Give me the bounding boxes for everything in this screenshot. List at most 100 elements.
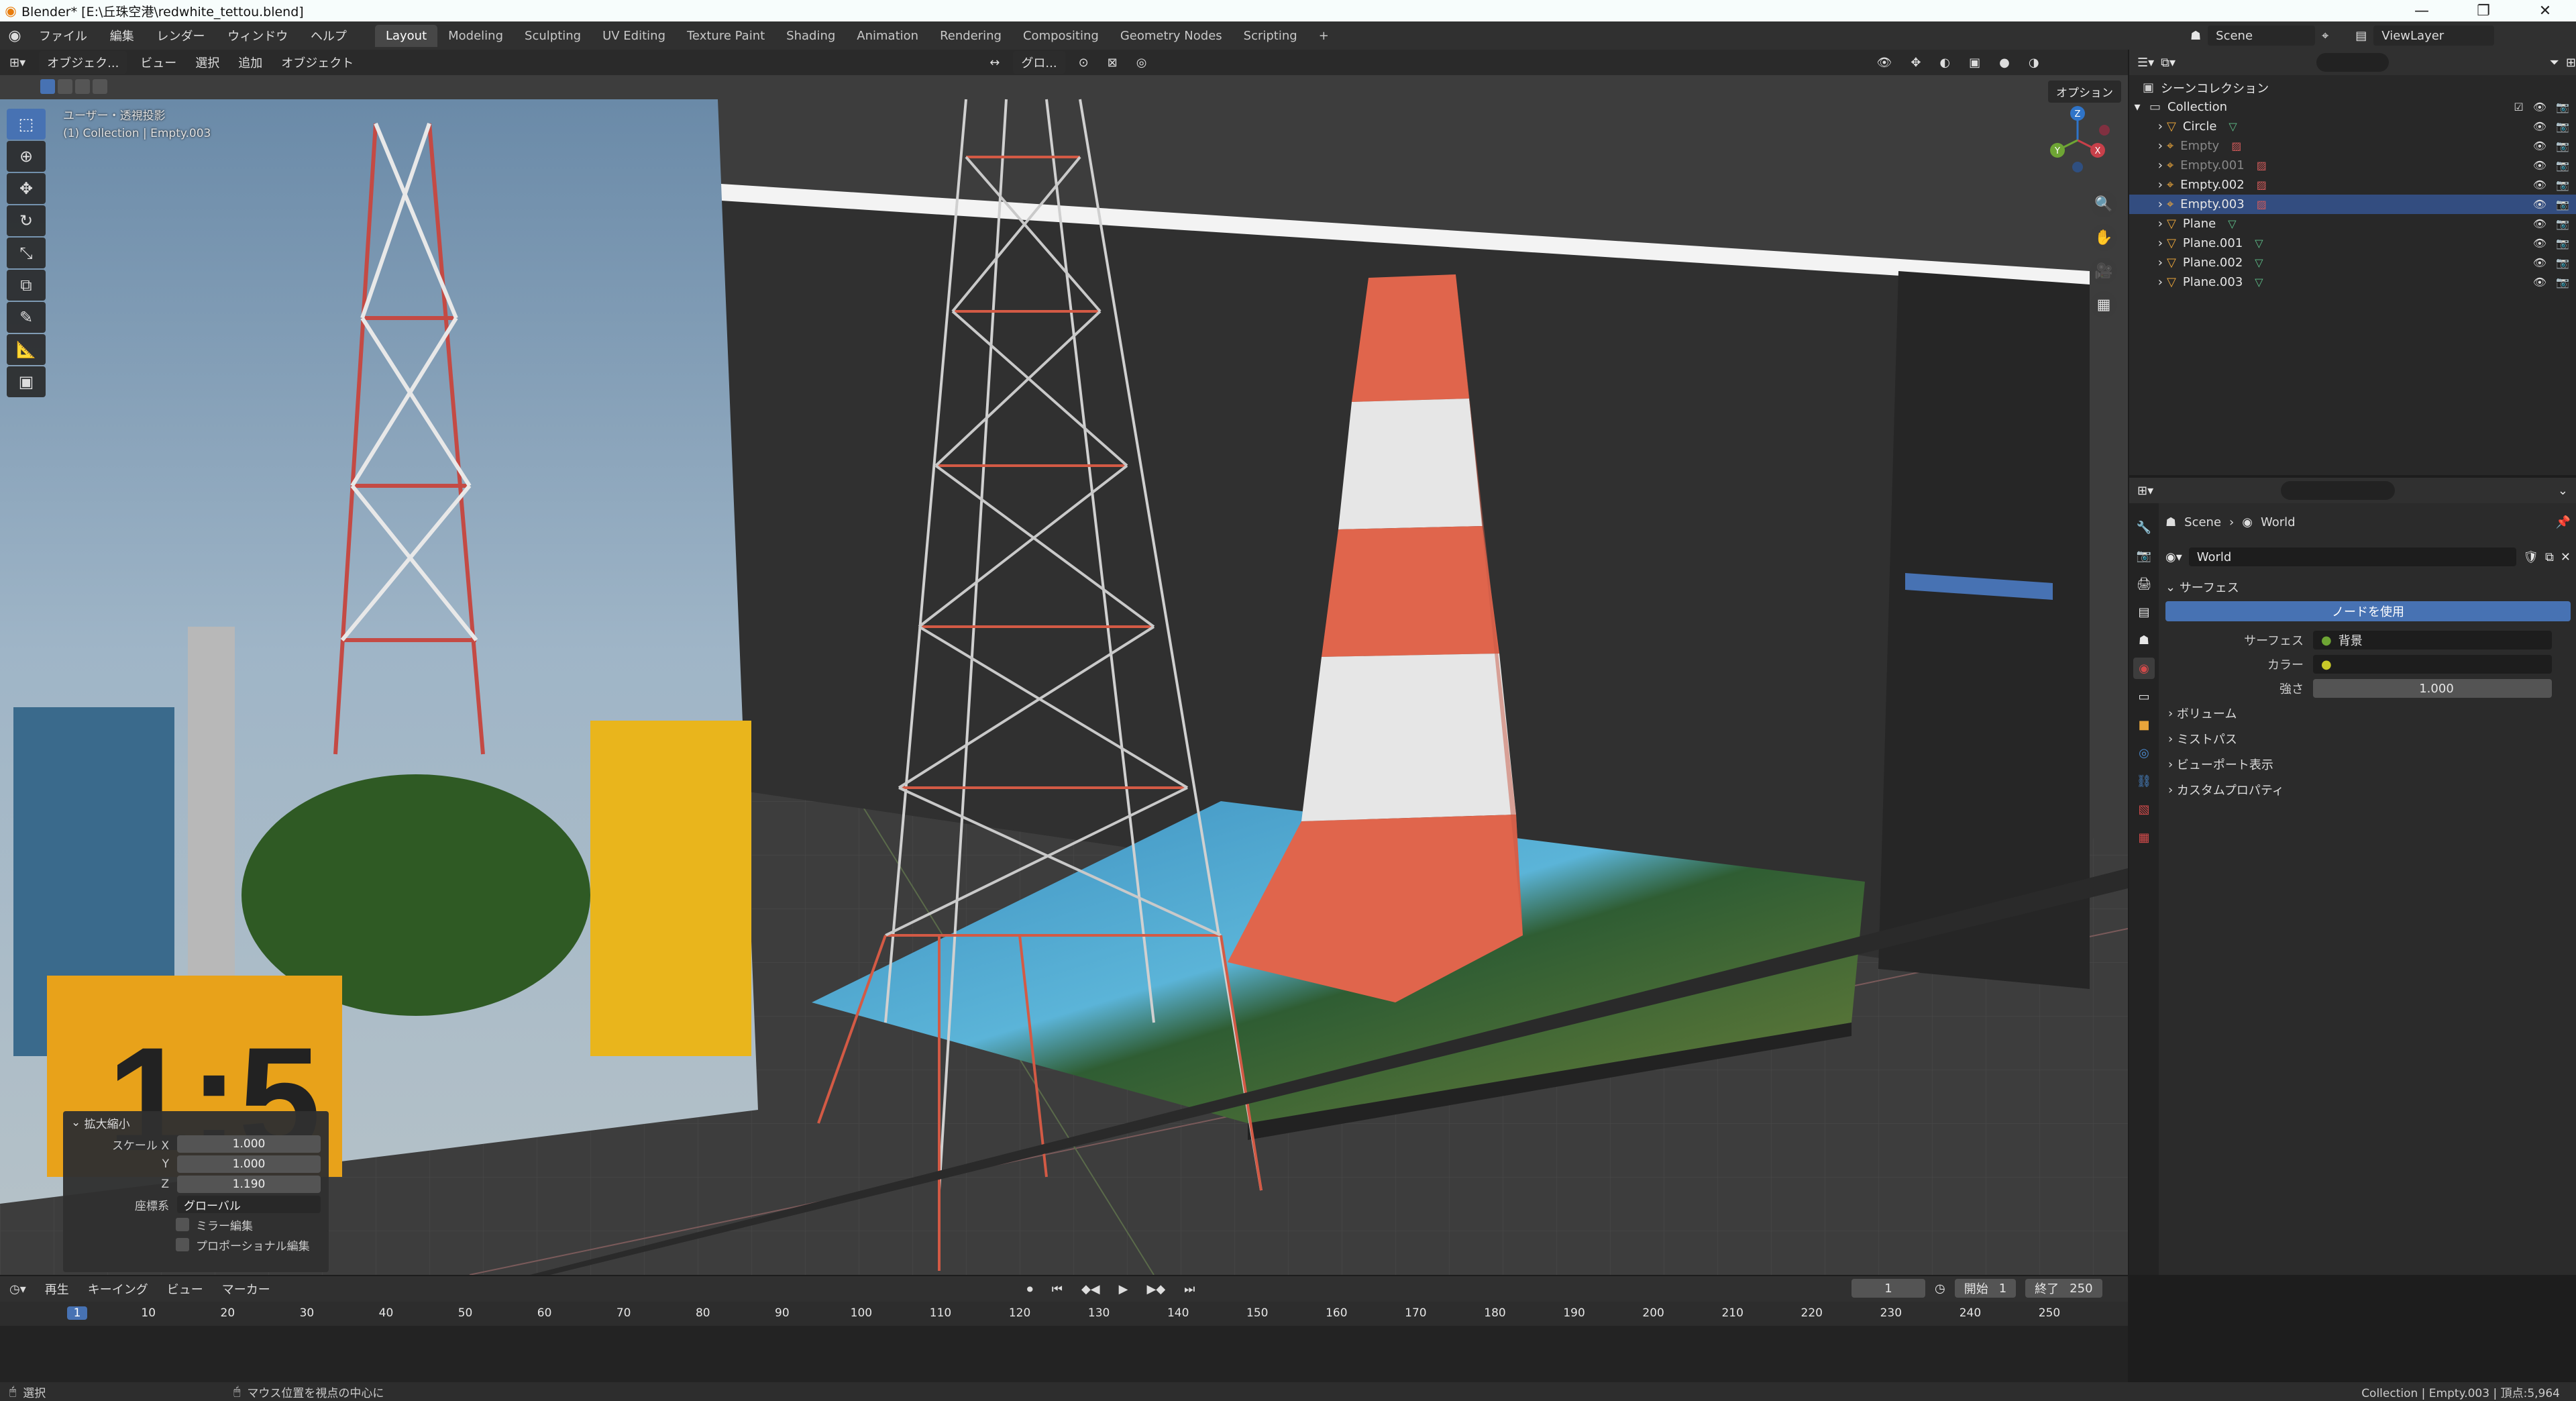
camera-render-icon[interactable]: 📷 xyxy=(2556,217,2569,230)
outliner-item[interactable]: › ⌖ Empty.002 ▨ 👁 📷 xyxy=(2129,175,2576,195)
view-menu[interactable]: ビュー xyxy=(158,1280,213,1298)
outliner-item[interactable]: › ⌖ Empty ▨ 👁 📷 xyxy=(2129,136,2576,156)
play-icon[interactable]: ▶ xyxy=(1110,1282,1138,1296)
shading-material-icon[interactable]: ◑ xyxy=(2019,56,2049,70)
render-tab-icon[interactable]: 📷 xyxy=(2133,545,2155,566)
menu-edit[interactable]: 編集 xyxy=(101,30,144,44)
close-button[interactable]: ✕ xyxy=(2514,0,2576,21)
duplicate-icon[interactable]: ⧉ xyxy=(2545,550,2554,564)
eye-icon[interactable]: 👁 xyxy=(2533,217,2546,230)
proportional-icon[interactable]: ◎ xyxy=(1127,56,1157,70)
pivot-icon[interactable]: ⊙ xyxy=(1069,56,1098,70)
surface-field[interactable]: ● 背景 xyxy=(2313,631,2552,650)
mesh-data-icon[interactable]: ▽ xyxy=(2229,120,2237,133)
outliner-item[interactable]: › ▽ Plane ▽ 👁 📷 xyxy=(2129,214,2576,234)
outliner-item[interactable]: › ⌖ Empty.003 ▨ 👁 📷 xyxy=(2129,195,2576,214)
filter-icon[interactable]: ⏷ xyxy=(2550,56,2559,70)
camera-icon[interactable]: 🎥 xyxy=(2090,258,2117,284)
world-tab-icon[interactable]: ◉ xyxy=(2133,658,2155,679)
orientation-dropdown[interactable]: グローバル xyxy=(177,1196,321,1213)
eye-icon[interactable]: 👁 xyxy=(2533,276,2546,289)
mesh-data-icon[interactable]: ▽ xyxy=(2255,276,2263,289)
measure-tool-icon[interactable]: 📐 xyxy=(7,334,46,365)
marker-menu[interactable]: マーカー xyxy=(213,1280,280,1298)
image-data-icon[interactable]: ▨ xyxy=(2231,140,2241,152)
outliner-editor-icon[interactable]: ☰▾ xyxy=(2137,56,2154,70)
add-workspace-button[interactable]: + xyxy=(1308,25,1340,47)
start-frame-field[interactable]: 開始 1 xyxy=(1954,1279,2017,1298)
eye-icon[interactable]: 👁 xyxy=(2533,140,2546,152)
timeline-ruler[interactable]: 1 10 20 30 40 50 60 70 80 90 100 110 120 130 140 150 160… xyxy=(0,1302,2128,1382)
data-tab-icon[interactable]: ▧ xyxy=(2133,798,2155,820)
tab-rendering[interactable]: Rendering xyxy=(929,25,1012,47)
view-layer-tab-icon[interactable]: ▤ xyxy=(2133,601,2155,623)
timeline-editor-icon[interactable]: ◷▾ xyxy=(0,1282,36,1296)
select-extend-icon[interactable] xyxy=(58,79,72,94)
use-nodes-button[interactable]: ノードを使用 xyxy=(2165,601,2571,621)
texture-tab-icon[interactable]: ▦ xyxy=(2133,827,2155,848)
tab-uv-editing[interactable]: UV Editing xyxy=(592,25,676,47)
transform-orientation-dropdown[interactable]: グロ... xyxy=(1013,51,1065,74)
collection-row[interactable]: ▾ ▭ Collection ☑ 👁 📷 xyxy=(2129,97,2576,117)
collection-tab-icon[interactable]: ▭ xyxy=(2133,686,2155,707)
scale-y-field[interactable]: 1.000 xyxy=(177,1155,321,1173)
expand-arrow-icon[interactable]: › xyxy=(2129,275,2163,289)
grid-ortho-icon[interactable]: ▦ xyxy=(2090,291,2117,318)
outliner-item[interactable]: › ▽ Plane.001 ▽ 👁 📷 xyxy=(2129,234,2576,253)
collapse-icon[interactable]: ⌄ xyxy=(71,1116,85,1129)
eye-icon[interactable]: 👁 xyxy=(2533,159,2546,172)
expand-arrow-icon[interactable]: › xyxy=(2129,197,2163,211)
pan-hand-icon[interactable]: ✋ xyxy=(2090,224,2117,251)
3d-viewport[interactable]: 1:5 ⊞▾ オブジェク... ビュー 選択 追加 オブジェクト ↔ グロ...… xyxy=(0,50,2128,1275)
checkbox-icon[interactable]: ☑ xyxy=(2514,101,2523,113)
camera-render-icon[interactable]: 📷 xyxy=(2556,159,2569,172)
scene-collection-row[interactable]: ▣ シーンコレクション xyxy=(2129,78,2576,97)
camera-render-icon[interactable]: 📷 xyxy=(2556,276,2569,289)
mist-panel[interactable]: › ミストパス xyxy=(2165,726,2571,751)
properties-options-icon[interactable]: ⌄ xyxy=(2558,484,2568,498)
camera-render-icon[interactable]: 📷 xyxy=(2556,178,2569,191)
image-data-icon[interactable]: ▨ xyxy=(2257,198,2267,211)
record-icon[interactable]: ⏺ xyxy=(1018,1282,1042,1296)
annotate-tool-icon[interactable]: ✎ xyxy=(7,302,46,333)
camera-render-icon[interactable]: 📷 xyxy=(2556,120,2569,133)
maximize-button[interactable]: ❐ xyxy=(2453,0,2514,21)
menu-window[interactable]: ウィンドウ xyxy=(218,30,297,44)
minimize-button[interactable]: — xyxy=(2391,0,2453,21)
jump-end-icon[interactable]: ⏭ xyxy=(1175,1282,1204,1296)
pin-icon[interactable]: ⌖ xyxy=(2322,29,2328,43)
eye-icon[interactable]: 👁 xyxy=(2533,120,2546,133)
viewport-options-button[interactable]: オプション xyxy=(2048,81,2121,103)
eye-icon[interactable]: 👁 xyxy=(2533,178,2546,191)
add-menu[interactable]: 追加 xyxy=(229,54,272,71)
select-box-tool-icon[interactable]: ⬚ xyxy=(7,109,46,140)
surface-panel-header[interactable]: ⌄ サーフェス xyxy=(2165,576,2571,599)
view-menu[interactable]: ビュー xyxy=(131,54,186,71)
strength-field[interactable]: 1.000 xyxy=(2313,679,2552,698)
tab-shading[interactable]: Shading xyxy=(775,25,846,47)
move-tool-icon[interactable]: ✥ xyxy=(7,173,46,204)
snap-icon[interactable]: ⊠ xyxy=(1098,56,1127,70)
camera-render-icon[interactable]: 📷 xyxy=(2556,237,2569,250)
outliner-item[interactable]: › ▽ Plane.003 ▽ 👁 📷 xyxy=(2129,272,2576,292)
keying-menu[interactable]: キーイング xyxy=(78,1280,158,1298)
transform-orientation-icon[interactable]: ↔ xyxy=(980,56,1009,70)
outliner-item[interactable]: › ▽ Circle ▽ 👁 📷 xyxy=(2129,117,2576,136)
menu-help[interactable]: ヘルプ xyxy=(301,30,356,44)
expand-arrow-icon[interactable]: › xyxy=(2129,139,2163,153)
image-data-icon[interactable]: ▨ xyxy=(2257,178,2267,191)
tab-animation[interactable]: Animation xyxy=(846,25,929,47)
xray-icon[interactable]: ▣ xyxy=(1960,56,1990,70)
view-layer-field[interactable]: ViewLayer xyxy=(2373,25,2495,46)
menu-file[interactable]: ファイル xyxy=(30,30,97,44)
object-menu[interactable]: オブジェクト xyxy=(272,54,363,71)
scale-tool-icon[interactable]: ⤡ xyxy=(7,238,46,268)
tab-compositing[interactable]: Compositing xyxy=(1012,25,1110,47)
expand-arrow-icon[interactable]: › xyxy=(2129,236,2163,250)
camera-render-icon[interactable]: 📷 xyxy=(2556,101,2569,113)
mirror-checkbox[interactable] xyxy=(176,1218,189,1231)
navigation-gizmo[interactable]: Z X Y xyxy=(2041,103,2114,177)
properties-editor-icon[interactable]: ⊞▾ xyxy=(2137,484,2153,498)
gizmo-neg-x[interactable] xyxy=(2099,125,2110,136)
eye-icon[interactable]: 👁 xyxy=(2533,198,2546,211)
